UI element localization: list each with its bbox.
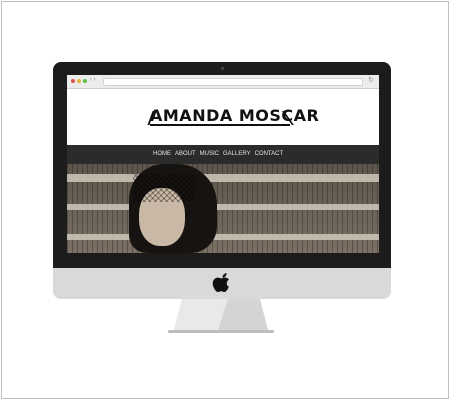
nav-item-music[interactable]: MUSIC bbox=[200, 151, 219, 157]
apple-logo-icon bbox=[212, 273, 229, 292]
browser-nav-buttons[interactable]: ‹ › bbox=[90, 77, 96, 83]
hero-image bbox=[67, 164, 379, 253]
logo-underline bbox=[150, 124, 290, 126]
address-bar[interactable] bbox=[103, 78, 363, 86]
webcam bbox=[221, 67, 224, 70]
nav-item-about[interactable]: ABOUT bbox=[175, 151, 196, 157]
nav-item-home[interactable]: HOME bbox=[153, 151, 171, 157]
site-logo[interactable]: AMANDA MOSCAR bbox=[150, 106, 319, 125]
piano-hammer-rail bbox=[67, 204, 379, 210]
zoom-window-icon[interactable] bbox=[83, 79, 87, 83]
reload-icon[interactable]: ↻ bbox=[368, 76, 374, 84]
piano-hammer-rail bbox=[67, 174, 379, 182]
close-window-icon[interactable] bbox=[71, 79, 75, 83]
monitor-screen: ‹ › ↻ AMANDA MOSCAR HOME ABOUT MUSIC GAL… bbox=[67, 75, 379, 253]
nav-item-gallery[interactable]: GALLERY bbox=[223, 151, 251, 157]
minimize-window-icon[interactable] bbox=[77, 79, 81, 83]
portrait-veil bbox=[133, 174, 195, 202]
site-header: AMANDA MOSCAR bbox=[67, 89, 379, 145]
browser-toolbar: ‹ › ↻ bbox=[67, 75, 379, 89]
site-navigation: HOME ABOUT MUSIC GALLERY CONTACT bbox=[67, 145, 379, 164]
monitor-stand bbox=[168, 299, 274, 333]
piano-hammer-rail bbox=[67, 234, 379, 240]
nav-item-contact[interactable]: CONTACT bbox=[255, 151, 284, 157]
